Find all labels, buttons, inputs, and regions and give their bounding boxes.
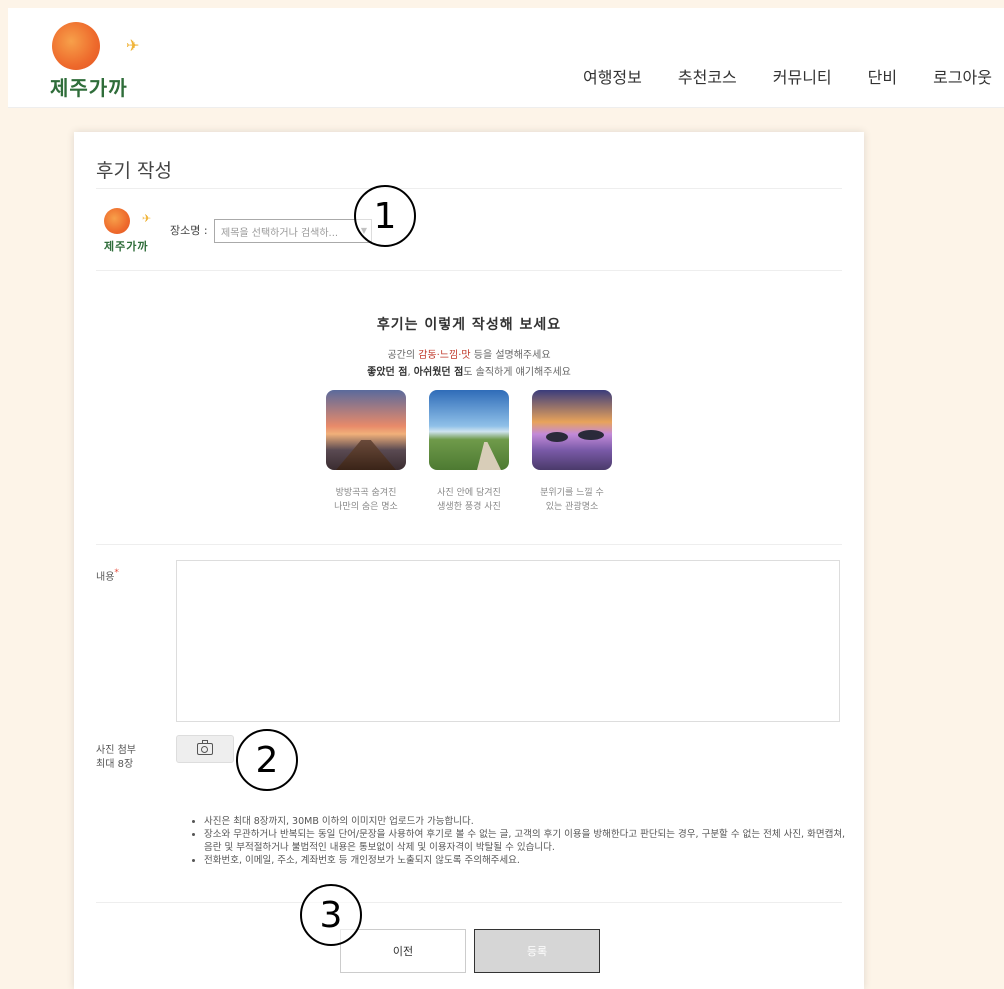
nav-danbi[interactable]: 단비 bbox=[868, 64, 897, 88]
guide-line-2: 좋았던 점, 아쉬웠던 점도 솔직하게 얘기해주세요 bbox=[367, 367, 571, 378]
note-item: 전화번호, 이메일, 주소, 계좌번호 등 개인정보가 노출되지 않도록 주의해… bbox=[204, 854, 852, 867]
place-select-placeholder: 제목을 선택하거나 검색하... bbox=[221, 228, 339, 239]
site-logo[interactable]: ✈ 제주가까 bbox=[46, 16, 156, 102]
mini-logo-text: 제주가까 bbox=[104, 240, 149, 253]
logo-text: 제주가까 bbox=[50, 76, 128, 100]
place-select[interactable]: 제목을 선택하거나 검색하... ▼ bbox=[214, 219, 372, 243]
caption-2: 사진 안에 담겨진 생생한 풍경 사진 bbox=[437, 488, 501, 512]
guide-line-1: 공간의 감동·느낌·맛 등을 설명해주세요 bbox=[387, 350, 551, 361]
logo-sun-icon bbox=[52, 22, 100, 70]
nav-recommended-course[interactable]: 추천코스 bbox=[678, 64, 737, 88]
annotation-marker-2: 2 bbox=[236, 729, 298, 791]
guide-title: 후기는 이렇게 작성해 보세요 bbox=[376, 317, 562, 333]
photo-upload-button[interactable] bbox=[176, 735, 234, 763]
example-photo-seaside bbox=[532, 390, 612, 470]
content-label: 내용* bbox=[96, 568, 119, 583]
airplane-icon: ✈ bbox=[142, 212, 152, 225]
content-textarea[interactable] bbox=[176, 560, 840, 722]
nav-community[interactable]: 커뮤니티 bbox=[773, 64, 832, 88]
prev-button[interactable]: 이전 bbox=[340, 929, 466, 973]
divider bbox=[96, 544, 842, 545]
example-photo-landscape bbox=[429, 390, 509, 470]
divider bbox=[96, 270, 842, 271]
airplane-icon: ✈ bbox=[126, 36, 140, 55]
nav-logout[interactable]: 로그아웃 bbox=[933, 64, 992, 88]
review-form-card: 후기 작성 ✈ 제주가까 장소명 : 제목을 선택하거나 검색하... ▼ 후기… bbox=[74, 132, 864, 989]
caption-3: 분위기를 느낄 수 있는 관광명소 bbox=[540, 488, 604, 512]
page-title: 후기 작성 bbox=[96, 160, 172, 182]
note-item: 사진은 최대 8장까지, 30MB 이하의 이미지만 업로드가 가능합니다. bbox=[204, 815, 852, 828]
nav-travel-info[interactable]: 여행정보 bbox=[583, 64, 642, 88]
photo-attach-label: 사진 첨부 최대 8장 bbox=[96, 745, 136, 770]
place-logo: ✈ 제주가까 bbox=[102, 206, 158, 258]
annotation-marker-3: 3 bbox=[300, 884, 362, 946]
example-photo-pier bbox=[326, 390, 406, 470]
divider bbox=[96, 188, 842, 189]
divider bbox=[96, 902, 842, 903]
annotation-marker-1: 1 bbox=[354, 185, 416, 247]
place-label: 장소명 : bbox=[170, 224, 208, 237]
main-nav: 여행정보 추천코스 커뮤니티 단비 로그아웃 bbox=[547, 64, 992, 88]
required-mark: * bbox=[114, 568, 119, 578]
site-header: ✈ 제주가까 여행정보 추천코스 커뮤니티 단비 로그아웃 bbox=[8, 8, 1004, 108]
note-item: 장소와 무관하거나 반복되는 동일 단어/문장을 사용하여 후기로 볼 수 없는… bbox=[204, 828, 852, 854]
upload-notes: 사진은 최대 8장까지, 30MB 이하의 이미지만 업로드가 가능합니다. 장… bbox=[192, 815, 852, 867]
camera-icon bbox=[197, 740, 213, 755]
logo-sun-icon bbox=[104, 208, 130, 234]
submit-button[interactable]: 등록 bbox=[474, 929, 600, 973]
caption-1: 방방곡곡 숨겨진 나만의 숨은 명소 bbox=[334, 488, 398, 512]
